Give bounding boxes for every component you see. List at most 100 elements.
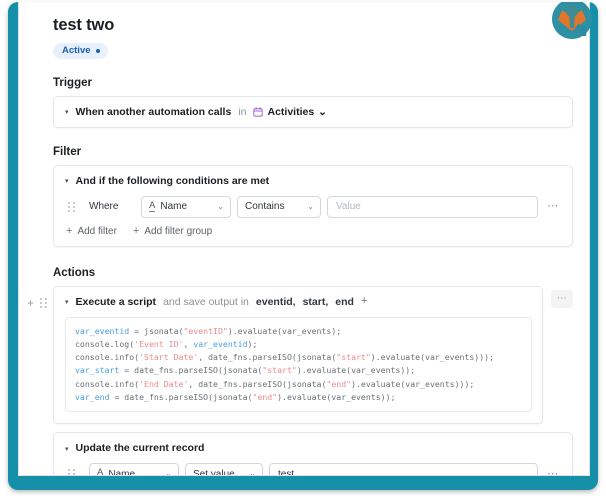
code-token: , bbox=[183, 338, 194, 349]
chevron-down-icon[interactable]: ▾ bbox=[65, 446, 69, 453]
code-token: var_eventid bbox=[193, 338, 248, 349]
code-token: ).evaluate(var_events))); bbox=[370, 352, 495, 363]
code-token: console.info( bbox=[75, 378, 140, 389]
trigger-collection-chip[interactable]: Activities ⌄ bbox=[253, 106, 327, 118]
trigger-collection-label: Activities bbox=[267, 105, 315, 118]
code-token: ).evaluate(var_events)); bbox=[277, 391, 396, 402]
script-action-middle-text: and save output in bbox=[163, 295, 249, 308]
code-token: "end" bbox=[252, 391, 278, 402]
action-block-script: + ▾ Execute a script and save output in … bbox=[27, 285, 573, 425]
update-record-title: Update the current record bbox=[75, 442, 205, 455]
text-field-type-icon: A bbox=[97, 468, 103, 475]
chevron-down-icon[interactable]: ⌄ bbox=[217, 202, 224, 211]
filter-condition-row: Where A Name ⌄ Contains ⌄ ⋯ bbox=[54, 195, 572, 218]
script-output-token[interactable]: start, bbox=[303, 296, 329, 308]
filter-where-label: Where bbox=[89, 201, 119, 212]
trigger-title: When another automation calls bbox=[75, 105, 232, 118]
add-output-button[interactable]: + bbox=[361, 296, 367, 307]
action-gutter: + bbox=[27, 286, 53, 318]
filter-row-more-button[interactable]: ⋯ bbox=[544, 201, 562, 212]
code-token: ); bbox=[247, 338, 258, 349]
trigger-card-header[interactable]: ▾ When another automation calls in Activ… bbox=[54, 106, 572, 118]
code-token: = date_fns.parseISO(jsonata( bbox=[114, 391, 253, 402]
brand-badge bbox=[548, 2, 596, 46]
page-title: test two bbox=[53, 16, 115, 34]
update-value-input[interactable] bbox=[269, 463, 538, 475]
code-token: "eventID" bbox=[183, 325, 228, 336]
code-token: ).evaluate(var_events))); bbox=[351, 378, 475, 389]
code-token: 'End Date' bbox=[139, 378, 189, 389]
update-record-field-row: A Name ⌄ Set value ⌄ ⋯ bbox=[54, 463, 572, 476]
chevron-down-icon[interactable]: ▾ bbox=[65, 178, 69, 185]
code-token: var_eventid bbox=[75, 325, 135, 336]
filter-operator-value: Contains bbox=[245, 201, 285, 212]
code-token: console.log( bbox=[75, 338, 135, 349]
script-output-token[interactable]: end bbox=[335, 296, 354, 308]
chevron-down-icon[interactable]: ⌄ bbox=[249, 470, 256, 475]
filter-value-input[interactable] bbox=[327, 195, 538, 218]
code-token: var_end bbox=[75, 391, 115, 402]
logo-badge-icon bbox=[552, 2, 592, 39]
add-filter-group-label: Add filter group bbox=[144, 225, 213, 237]
add-filter-label: Add filter bbox=[77, 225, 117, 237]
add-filter-button[interactable]: + Add filter bbox=[66, 224, 117, 237]
filter-add-links: + Add filter + Add filter group bbox=[54, 222, 572, 246]
insert-action-button[interactable]: + bbox=[27, 297, 34, 309]
filter-field-select[interactable]: A Name ⌄ bbox=[141, 195, 231, 218]
status-badge: Active bbox=[53, 43, 108, 59]
drag-handle-icon[interactable] bbox=[65, 469, 77, 475]
plus-icon: + bbox=[66, 224, 73, 237]
code-token: ).evaluate(var_events)); bbox=[296, 365, 416, 376]
script-action-more-button[interactable]: ⋯ bbox=[551, 289, 573, 308]
calendar-icon bbox=[253, 106, 264, 117]
app-window-frame: test two Active Trigger ▾ When another a… bbox=[8, 2, 598, 490]
code-token: var_start bbox=[75, 365, 125, 376]
drag-handle-icon[interactable] bbox=[65, 201, 77, 212]
code-token: = jsonata( bbox=[134, 325, 184, 336]
status-dot-icon bbox=[95, 48, 100, 53]
filter-card-header[interactable]: ▾ And if the following conditions are me… bbox=[54, 166, 572, 196]
automation-canvas: test two Active Trigger ▾ When another a… bbox=[18, 2, 590, 476]
actions-section-title: Actions bbox=[53, 266, 96, 279]
code-token: console.info( bbox=[75, 352, 140, 363]
code-token: "start" bbox=[336, 352, 371, 363]
script-output-token[interactable]: eventid, bbox=[256, 296, 296, 308]
trigger-section-title: Trigger bbox=[53, 76, 92, 89]
chevron-down-icon[interactable]: ▾ bbox=[65, 299, 69, 306]
filter-section-title: Filter bbox=[53, 145, 82, 158]
script-action-header[interactable]: ▾ Execute a script and save output in ev… bbox=[54, 287, 542, 317]
code-token: , date_fns.parseISO(jsonata( bbox=[188, 378, 327, 389]
script-action-title: Execute a script bbox=[75, 295, 157, 308]
chevron-down-icon[interactable]: ⌄ bbox=[165, 470, 172, 475]
code-token: ).evaluate(var_events); bbox=[227, 325, 342, 336]
update-field-select[interactable]: A Name ⌄ bbox=[89, 463, 179, 476]
chevron-down-icon[interactable]: ⌄ bbox=[318, 106, 327, 118]
plus-icon: + bbox=[132, 224, 140, 237]
update-row-more-button[interactable]: ⋯ bbox=[544, 468, 562, 475]
code-token: "start" bbox=[262, 365, 297, 376]
chevron-down-icon[interactable]: ⌄ bbox=[307, 202, 314, 211]
filter-card: ▾ And if the following conditions are me… bbox=[53, 164, 573, 247]
chevron-down-icon[interactable]: ▾ bbox=[65, 109, 69, 116]
code-token: = date_fns.parseISO(jsonata( bbox=[124, 365, 263, 376]
drag-handle-icon[interactable] bbox=[37, 297, 49, 308]
trigger-connector: in bbox=[238, 105, 247, 118]
code-token: , date_fns.parseISO(jsonata( bbox=[198, 352, 337, 363]
code-token: 'Event ID' bbox=[134, 338, 184, 349]
filter-operator-select[interactable]: Contains ⌄ bbox=[237, 195, 321, 218]
update-field-value: Name bbox=[108, 468, 136, 476]
action-block-update-record: ▾ Update the current record A Name ⌄ Set… bbox=[53, 432, 573, 476]
update-mode-select[interactable]: Set value ⌄ bbox=[185, 463, 263, 476]
update-record-header[interactable]: ▾ Update the current record bbox=[54, 433, 572, 463]
filter-header-label: And if the following conditions are met bbox=[75, 174, 270, 187]
code-token: "end" bbox=[326, 378, 352, 389]
trigger-card[interactable]: ▾ When another automation calls in Activ… bbox=[53, 95, 573, 128]
code-token: 'Start Date' bbox=[139, 352, 199, 363]
update-mode-value: Set value bbox=[193, 468, 235, 476]
script-code-editor[interactable]: var_eventid = jsonata("eventID").evaluat… bbox=[65, 316, 532, 413]
add-filter-group-button[interactable]: + Add filter group bbox=[132, 224, 213, 237]
status-badge-label: Active bbox=[62, 45, 91, 56]
automation-editor-content: test two Active Trigger ▾ When another a… bbox=[19, 2, 589, 476]
filter-field-value: Name bbox=[160, 201, 188, 212]
update-record-card: ▾ Update the current record A Name ⌄ Set… bbox=[53, 432, 573, 476]
